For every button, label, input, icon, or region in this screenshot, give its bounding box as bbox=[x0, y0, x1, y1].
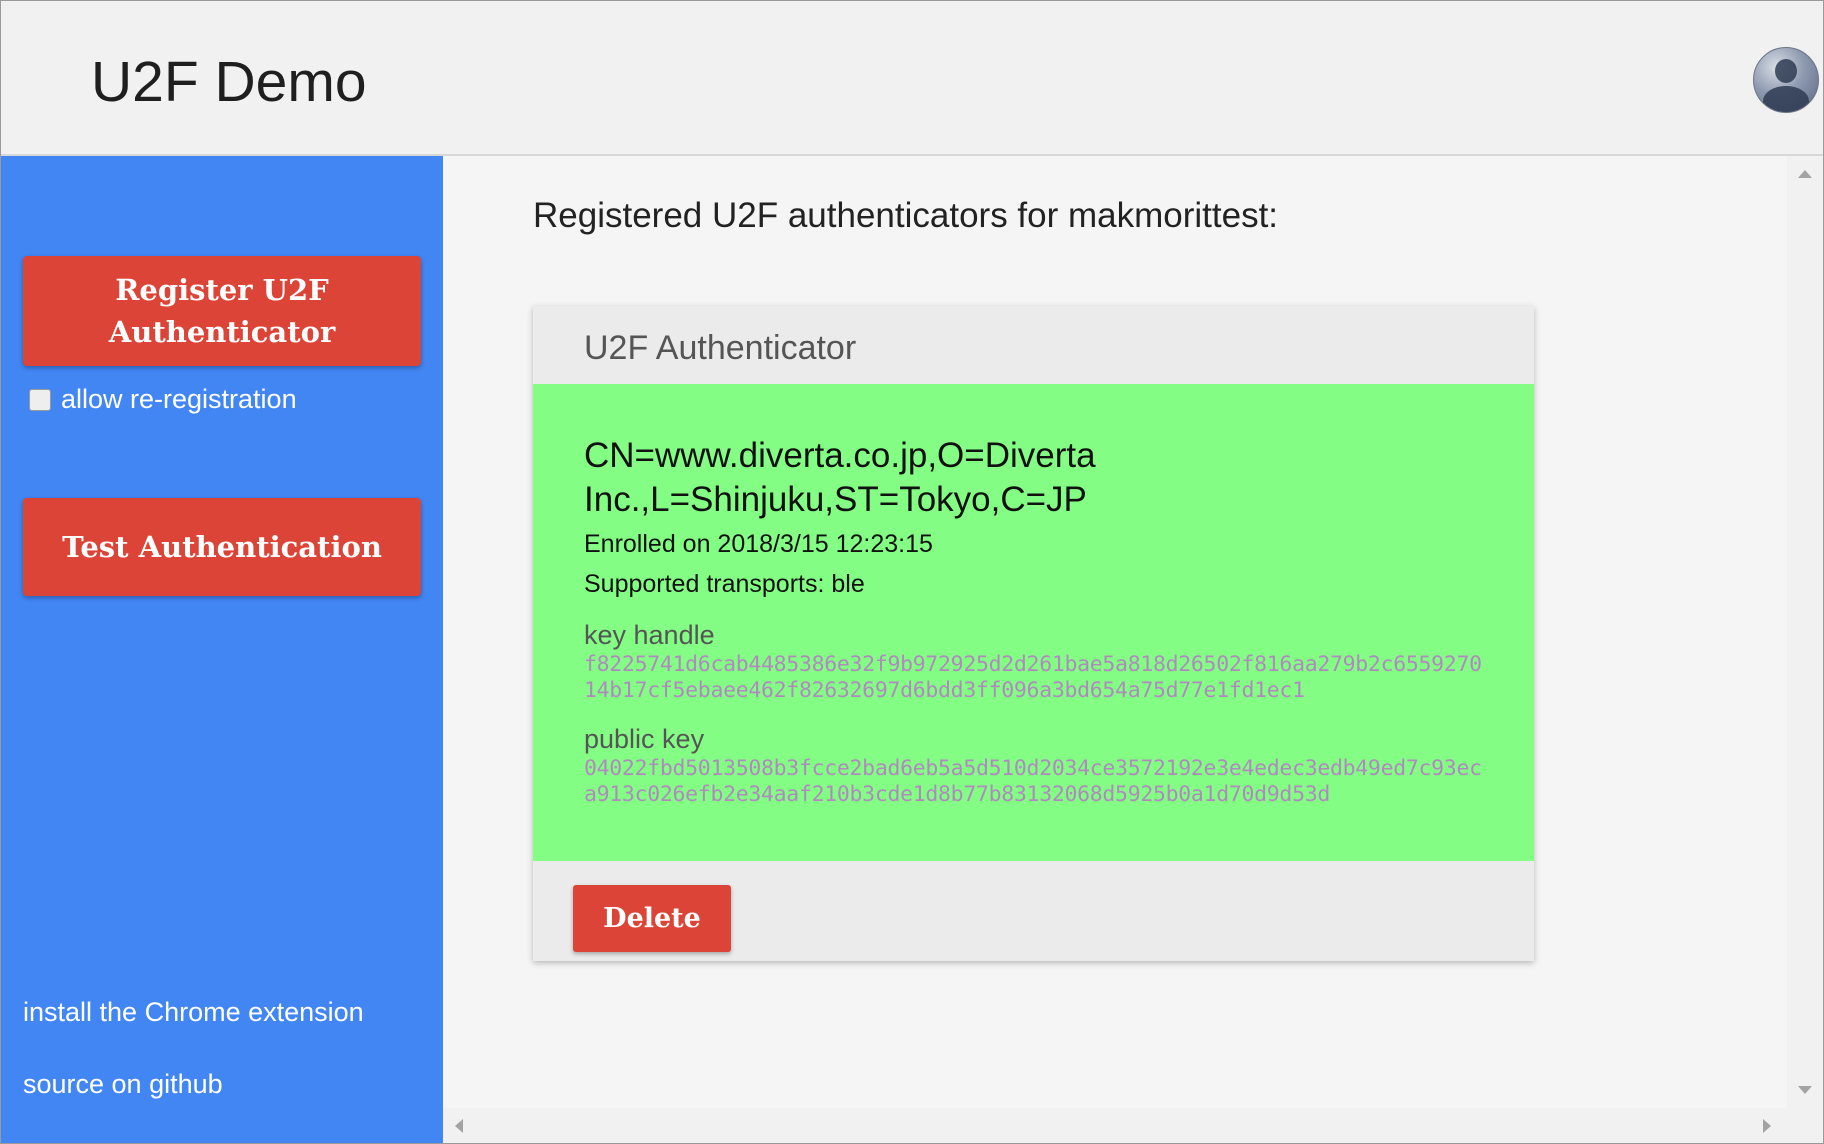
arrow-down-icon[interactable] bbox=[1798, 1086, 1812, 1094]
app-title: U2F Demo bbox=[91, 50, 367, 114]
allow-reregistration-row[interactable]: allow re-registration bbox=[29, 384, 297, 415]
arrow-up-icon[interactable] bbox=[1798, 170, 1812, 178]
arrow-left-icon[interactable] bbox=[455, 1119, 463, 1133]
supported-transports: Supported transports: ble bbox=[584, 570, 865, 598]
card-footer: Delete bbox=[533, 861, 1534, 961]
test-authentication-button[interactable]: Test Authentication bbox=[23, 498, 421, 596]
install-extension-link[interactable]: install the Chrome extension bbox=[23, 997, 364, 1028]
card-header: U2F Authenticator bbox=[533, 306, 1534, 384]
delete-button[interactable]: Delete bbox=[573, 885, 731, 952]
avatar-shoulders bbox=[1763, 86, 1809, 112]
key-handle-value: f8225741d6cab4485386e32f9b972925d2d261ba… bbox=[584, 652, 1482, 703]
card-body: CN=www.diverta.co.jp,O=Diverta Inc.,L=Sh… bbox=[533, 384, 1534, 861]
source-github-link[interactable]: source on github bbox=[23, 1069, 223, 1100]
enrolled-date: Enrolled on 2018/3/15 12:23:15 bbox=[584, 530, 933, 558]
main-content: Registered U2F authenticators for makmor… bbox=[443, 156, 1787, 1108]
public-key-value: 04022fbd5013508b3fcce2bad6eb5a5d510d2034… bbox=[584, 756, 1482, 807]
public-key-label: public key bbox=[584, 724, 705, 754]
register-authenticator-button[interactable]: Register U2F Authenticator bbox=[23, 256, 421, 366]
avatar-head bbox=[1775, 59, 1797, 83]
certificate-subject: CN=www.diverta.co.jp,O=Diverta Inc.,L=Sh… bbox=[584, 436, 1096, 519]
allow-reregistration-checkbox[interactable] bbox=[29, 388, 51, 411]
vertical-scrollbar[interactable] bbox=[1787, 156, 1823, 1108]
allow-reregistration-label[interactable]: allow re-registration bbox=[61, 384, 297, 415]
authenticator-card: U2F Authenticator CN=www.diverta.co.jp,O… bbox=[533, 306, 1534, 961]
horizontal-scrollbar[interactable] bbox=[443, 1108, 1787, 1143]
page-heading: Registered U2F authenticators for makmor… bbox=[533, 196, 1279, 235]
scrollbar-corner bbox=[1787, 1108, 1823, 1143]
app-bar: U2F Demo bbox=[1, 1, 1823, 156]
sidebar: Register U2F Authenticator allow re-regi… bbox=[1, 156, 443, 1143]
key-handle-label: key handle bbox=[584, 620, 715, 650]
browser-window: U2F Demo Register U2F Authenticator allo… bbox=[0, 0, 1824, 1144]
card-title: U2F Authenticator bbox=[584, 329, 857, 367]
arrow-right-icon[interactable] bbox=[1763, 1119, 1771, 1133]
user-avatar-icon[interactable] bbox=[1753, 47, 1819, 113]
